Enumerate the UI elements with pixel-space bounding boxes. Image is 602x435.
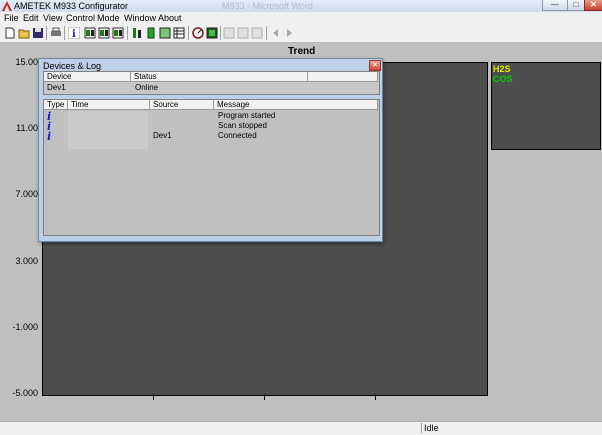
column-header-type[interactable]: Type: [44, 100, 68, 110]
window-title: AMETEK M933 Configurator: [14, 1, 129, 11]
toolbar-separator: [188, 26, 189, 40]
channel-3-icon[interactable]: [112, 27, 124, 39]
x-tick-mark: [153, 394, 154, 400]
toolbar-separator: [220, 26, 221, 40]
save-icon[interactable]: [32, 27, 44, 39]
close-button[interactable]: ✕: [584, 0, 602, 11]
legend-item-h2s: H2S: [493, 64, 511, 74]
green-cell-icon[interactable]: [145, 27, 157, 39]
toolbar-separator: [127, 26, 128, 40]
table-icon[interactable]: [159, 27, 171, 39]
chart-title: Trend: [288, 46, 316, 57]
info-icon[interactable]: i: [68, 27, 80, 39]
maximize-button[interactable]: □: [567, 0, 585, 11]
device-status[interactable]: Online: [135, 83, 158, 93]
menu-file[interactable]: File: [4, 12, 19, 24]
dialog-close-button[interactable]: ✕: [369, 60, 381, 71]
y-tick-label: 7.000: [15, 189, 38, 199]
x-tick-mark: [375, 394, 376, 400]
x-tick-mark: [264, 394, 265, 400]
time-column-redacted: [68, 111, 148, 149]
bar-chart-icon[interactable]: [131, 27, 143, 39]
log-message[interactable]: Program started: [218, 111, 275, 121]
menu-window[interactable]: Window: [124, 12, 156, 24]
disabled-a-icon: [223, 27, 235, 39]
toolbar-separator: [46, 26, 47, 40]
new-file-icon[interactable]: [4, 27, 16, 39]
menu-edit[interactable]: Edit: [23, 12, 39, 24]
log-message[interactable]: Scan stopped: [218, 121, 267, 131]
gauge-icon[interactable]: [192, 27, 204, 39]
column-header-source[interactable]: Source: [150, 100, 214, 110]
y-tick-label: 3.000: [15, 256, 38, 266]
minimize-button[interactable]: —: [542, 0, 568, 11]
y-tick-label: 15.00: [15, 57, 38, 67]
open-folder-icon[interactable]: [18, 27, 30, 39]
left-arrow-icon[interactable]: [270, 27, 282, 39]
disabled-c-icon: [251, 27, 263, 39]
svg-text:i: i: [72, 29, 76, 39]
column-header-status[interactable]: Status: [131, 72, 308, 82]
y-tick-label: -1.000: [12, 322, 38, 332]
right-arrow-icon[interactable]: [283, 27, 295, 39]
y-tick-label: 11.00: [16, 123, 38, 133]
menu-control[interactable]: Control: [66, 12, 95, 24]
channel-1-icon[interactable]: [84, 27, 96, 39]
analyzer-icon[interactable]: [206, 27, 218, 39]
app-logo-icon: [2, 1, 12, 11]
toolbar-separator: [64, 26, 65, 40]
legend-item-cos: COS: [493, 74, 513, 84]
device-name[interactable]: Dev1: [47, 83, 66, 93]
column-header-time[interactable]: Time: [68, 100, 150, 110]
toolbar-separator: [266, 26, 267, 40]
log-message[interactable]: Connected: [218, 131, 257, 141]
disabled-b-icon: [237, 27, 249, 39]
column-header-empty: [308, 72, 378, 82]
grid-icon[interactable]: [173, 27, 185, 39]
info-icon: i: [47, 130, 52, 143]
print-icon[interactable]: [50, 27, 62, 39]
column-header-message[interactable]: Message: [214, 100, 378, 110]
menu-view[interactable]: View: [43, 12, 62, 24]
log-source: Dev1: [153, 131, 172, 140]
menu-mode[interactable]: Mode: [97, 12, 120, 24]
menu-about[interactable]: About: [158, 12, 182, 24]
status-text: Idle: [421, 423, 602, 433]
column-header-device[interactable]: Device: [44, 72, 131, 82]
y-tick-label: -5.000: [12, 388, 38, 398]
channel-2-icon[interactable]: [98, 27, 110, 39]
background-window-title: M933 - Microsoft Word: [222, 1, 313, 11]
